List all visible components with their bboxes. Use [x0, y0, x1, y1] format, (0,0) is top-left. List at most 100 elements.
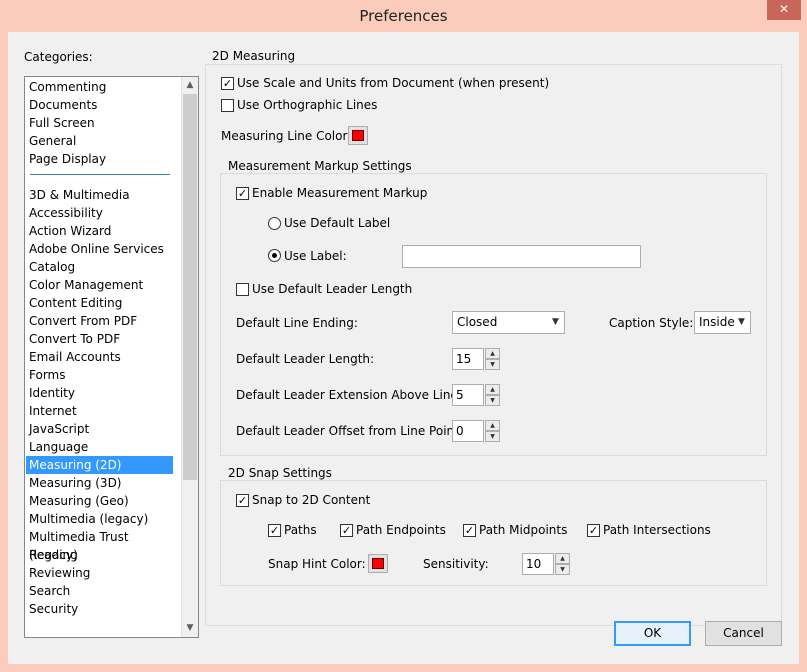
snap-hint-color-label: Snap Hint Color:	[268, 557, 366, 571]
leader-length-input[interactable]: 15	[452, 348, 484, 370]
scroll-down-icon[interactable]: ▼	[182, 620, 198, 636]
use-label-input[interactable]	[402, 245, 641, 268]
category-item[interactable]: Commenting	[26, 78, 173, 96]
category-item[interactable]: Full Screen	[26, 114, 173, 132]
preferences-window: Preferences ✕ Categories: Commenting Docu…	[0, 0, 807, 672]
scroll-up-icon[interactable]: ▲	[182, 77, 198, 93]
category-item[interactable]: Page Display	[26, 150, 173, 168]
path-midpoints-label: Path Midpoints	[479, 523, 568, 537]
caption-style-value: Inside	[699, 315, 735, 329]
leader-extension-label: Default Leader Extension Above Line:	[236, 388, 462, 402]
category-item[interactable]: Email Accounts	[26, 348, 173, 366]
close-button[interactable]: ✕	[767, 0, 801, 20]
leader-offset-spinner[interactable]: ▲ ▼	[485, 420, 500, 442]
category-item[interactable]: Accessibility	[26, 204, 173, 222]
categories-scrollbar[interactable]: ▲ ▼	[181, 77, 198, 637]
measuring-group-label: 2D Measuring	[210, 49, 298, 63]
category-item[interactable]: Catalog	[26, 258, 173, 276]
sensitivity-input[interactable]: 10	[522, 553, 554, 575]
dialog-client: Categories: Commenting Documents Full Scre…	[8, 32, 799, 664]
use-label-text: Use Label:	[284, 249, 347, 263]
category-item[interactable]: Convert From PDF	[26, 312, 173, 330]
category-item[interactable]: Documents	[26, 96, 173, 114]
category-item[interactable]: Language	[26, 438, 173, 456]
orthographic-checkbox[interactable]	[221, 99, 234, 112]
category-item[interactable]: General	[26, 132, 173, 150]
spin-up-icon[interactable]: ▲	[485, 420, 500, 431]
path-endpoints-checkbox[interactable]: ✓	[340, 524, 353, 537]
category-item[interactable]: Content Editing	[26, 294, 173, 312]
category-item[interactable]: Action Wizard	[26, 222, 173, 240]
category-item[interactable]: Reviewing	[26, 564, 173, 582]
spin-down-icon[interactable]: ▼	[555, 564, 570, 575]
leader-offset-input[interactable]: 0	[452, 420, 484, 442]
leader-extension-input[interactable]: 5	[452, 384, 484, 406]
spin-up-icon[interactable]: ▲	[485, 348, 500, 359]
category-item[interactable]: Measuring (2D)	[26, 456, 173, 474]
category-item[interactable]: Search	[26, 582, 173, 600]
category-item[interactable]: Multimedia Trust (legacy)	[26, 528, 173, 562]
line-ending-label: Default Line Ending:	[236, 316, 358, 330]
scroll-thumb[interactable]	[183, 94, 197, 480]
snap-group-label: 2D Snap Settings	[226, 466, 334, 480]
categories-label: Categories:	[24, 50, 93, 64]
category-item[interactable]: 3D & Multimedia	[26, 186, 173, 204]
hint-color-swatch	[372, 558, 384, 569]
default-label-radio[interactable]	[268, 217, 281, 230]
spin-up-icon[interactable]: ▲	[485, 384, 500, 395]
line-color-swatch	[352, 130, 364, 141]
caption-style-select[interactable]: Inside ▼	[694, 311, 751, 334]
category-item[interactable]: Reading	[26, 546, 173, 564]
path-intersections-checkbox[interactable]: ✓	[587, 524, 600, 537]
category-item[interactable]: Color Management	[26, 276, 173, 294]
leader-length-spinner[interactable]: ▲ ▼	[485, 348, 500, 370]
default-label-text: Use Default Label	[284, 216, 391, 230]
chevron-down-icon: ▼	[552, 317, 559, 327]
window-title: Preferences	[359, 7, 448, 25]
snap-hint-color-button[interactable]	[368, 554, 388, 573]
category-item[interactable]: Measuring (3D)	[26, 474, 173, 492]
sensitivity-spinner[interactable]: ▲ ▼	[555, 553, 570, 575]
category-item[interactable]: Measuring (Geo)	[26, 492, 173, 510]
category-item[interactable]: Forms	[26, 366, 173, 384]
snap-to-content-checkbox[interactable]: ✓	[236, 494, 249, 507]
chevron-down-icon: ▼	[738, 317, 745, 327]
spin-down-icon[interactable]: ▼	[485, 431, 500, 442]
category-item[interactable]: Convert To PDF	[26, 330, 173, 348]
use-scale-label: Use Scale and Units from Document (when …	[237, 76, 550, 90]
cancel-button[interactable]: Cancel	[705, 621, 782, 646]
category-item[interactable]: Adobe Online Services	[26, 240, 173, 258]
caption-style-label: Caption Style:	[609, 316, 694, 330]
categories-list[interactable]: Commenting Documents Full Screen General Pag…	[24, 76, 199, 638]
path-midpoints-checkbox[interactable]: ✓	[463, 524, 476, 537]
measuring-line-color-button[interactable]	[348, 126, 368, 145]
default-leader-length-cb-label: Use Default Leader Length	[252, 282, 413, 296]
paths-label: Paths	[284, 523, 317, 537]
title-bar: Preferences ✕	[0, 0, 807, 32]
enable-markup-label: Enable Measurement Markup	[252, 186, 428, 200]
use-scale-checkbox[interactable]: ✓	[221, 77, 234, 90]
snap-to-content-label: Snap to 2D Content	[252, 493, 371, 507]
line-ending-select[interactable]: Closed ▼	[452, 311, 565, 334]
path-endpoints-label: Path Endpoints	[356, 523, 446, 537]
orthographic-label: Use Orthographic Lines	[237, 98, 378, 112]
line-ending-value: Closed	[457, 315, 498, 329]
spin-down-icon[interactable]: ▼	[485, 395, 500, 406]
leader-extension-spinner[interactable]: ▲ ▼	[485, 384, 500, 406]
ok-button[interactable]: OK	[614, 621, 691, 646]
leader-offset-label: Default Leader Offset from Line Points:	[236, 424, 470, 438]
category-item[interactable]: Security	[26, 600, 173, 618]
category-item[interactable]: JavaScript	[26, 420, 173, 438]
category-item[interactable]: Multimedia (legacy)	[26, 510, 173, 528]
use-label-radio[interactable]	[268, 249, 281, 262]
sensitivity-label: Sensitivity:	[423, 557, 489, 571]
category-item[interactable]: Identity	[26, 384, 173, 402]
enable-markup-checkbox[interactable]: ✓	[236, 187, 249, 200]
spin-up-icon[interactable]: ▲	[555, 553, 570, 564]
path-intersections-label: Path Intersections	[603, 523, 711, 537]
paths-checkbox[interactable]: ✓	[268, 524, 281, 537]
default-leader-length-checkbox[interactable]	[236, 283, 249, 296]
category-item[interactable]: Internet	[26, 402, 173, 420]
spin-down-icon[interactable]: ▼	[485, 359, 500, 370]
radio-dot	[272, 253, 277, 258]
